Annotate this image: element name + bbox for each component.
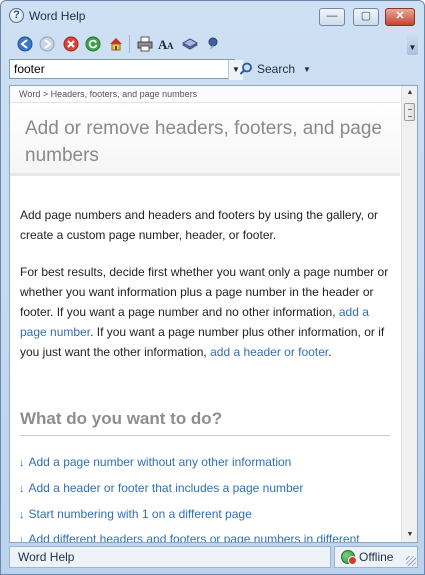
help-app-icon: ? (9, 8, 24, 23)
search-icon (239, 62, 252, 75)
offline-globe-icon (341, 550, 357, 565)
connection-status-label: Offline (359, 550, 394, 564)
jump-link-label: Start numbering with 1 on a different pa… (28, 507, 252, 521)
search-button-label: Search (257, 62, 296, 76)
article-header: Add or remove headers, footers, and page… (10, 104, 400, 176)
jump-link-label: Add different headers and footers or pag… (28, 532, 360, 543)
search-options-chevron-icon[interactable]: ▼ (303, 65, 311, 74)
toolbar-overflow-chevron[interactable]: ▼ (407, 31, 418, 55)
down-arrow-icon: ↓ (19, 509, 25, 521)
resize-grip-icon[interactable] (406, 556, 416, 566)
section-heading: What do you want to do? (20, 409, 390, 436)
print-icon[interactable] (135, 34, 155, 54)
close-button[interactable]: ✕ (385, 8, 415, 26)
window-title: Word Help (29, 9, 86, 23)
search-button[interactable]: Search ▼ (239, 60, 311, 78)
table-of-contents-icon[interactable] (180, 34, 200, 54)
toolbar-separator (129, 35, 130, 53)
jump-link-page-number[interactable]: ↓ Add a page number without any other inf… (19, 455, 399, 469)
scroll-up-icon[interactable]: ▲ (402, 86, 417, 100)
minimize-button[interactable]: — (319, 8, 345, 26)
search-row: ▼ Search ▼ (9, 59, 418, 81)
page-title: Add or remove headers, footers, and page… (25, 118, 383, 166)
back-icon[interactable] (15, 34, 35, 54)
forward-icon[interactable] (37, 34, 57, 54)
search-field[interactable]: ▼ (9, 59, 243, 80)
intro-paragraph: Add page numbers and headers and footers… (20, 208, 379, 242)
jump-link-label: Add a header or footer that includes a p… (28, 481, 304, 495)
font-size-icon[interactable]: AA (157, 34, 177, 54)
stop-icon[interactable] (61, 34, 81, 54)
title-bar[interactable]: ? Word Help — ▢ ✕ (1, 1, 424, 31)
search-input[interactable] (12, 61, 212, 77)
status-app-name: Word Help (9, 546, 331, 568)
guidance-text-1: For best results, decide first whether y… (20, 265, 389, 319)
jump-link-label: Add a page number without any other info… (28, 455, 292, 469)
guidance-text-3: . (328, 345, 332, 359)
vertical-scrollbar[interactable]: ▲ ▼ (401, 86, 417, 542)
status-bar: Word Help Offline (9, 546, 418, 568)
add-header-footer-link[interactable]: add a header or footer (210, 345, 328, 359)
jump-link-start-numbering[interactable]: ↓ Start numbering with 1 on a different p… (19, 507, 399, 521)
refresh-icon[interactable] (83, 34, 103, 54)
down-arrow-icon: ↓ (19, 457, 25, 469)
pin-icon[interactable] (203, 34, 223, 54)
home-icon[interactable] (106, 34, 126, 54)
scroll-down-icon[interactable]: ▼ (402, 528, 417, 542)
jump-link-header-footer[interactable]: ↓ Add a header or footer that includes a … (19, 481, 399, 495)
jump-link-different-headers[interactable]: ↓ Add different headers and footers or pa… (19, 532, 399, 543)
toolbar: AA ▼ (9, 31, 418, 57)
scrollbar-thumb[interactable] (404, 103, 415, 121)
maximize-button[interactable]: ▢ (353, 8, 379, 26)
breadcrumb[interactable]: Word > Headers, footers, and page number… (10, 86, 400, 103)
help-window: ? Word Help — ▢ ✕ AA ▼ footer ▼ Search ▼… (0, 0, 425, 575)
down-arrow-icon: ↓ (19, 483, 25, 495)
svg-text:A: A (167, 41, 174, 51)
guidance-paragraph: For best results, decide first whether y… (20, 262, 392, 362)
down-arrow-icon: ↓ (19, 534, 25, 543)
help-content: Word > Headers, footers, and page number… (9, 85, 418, 543)
